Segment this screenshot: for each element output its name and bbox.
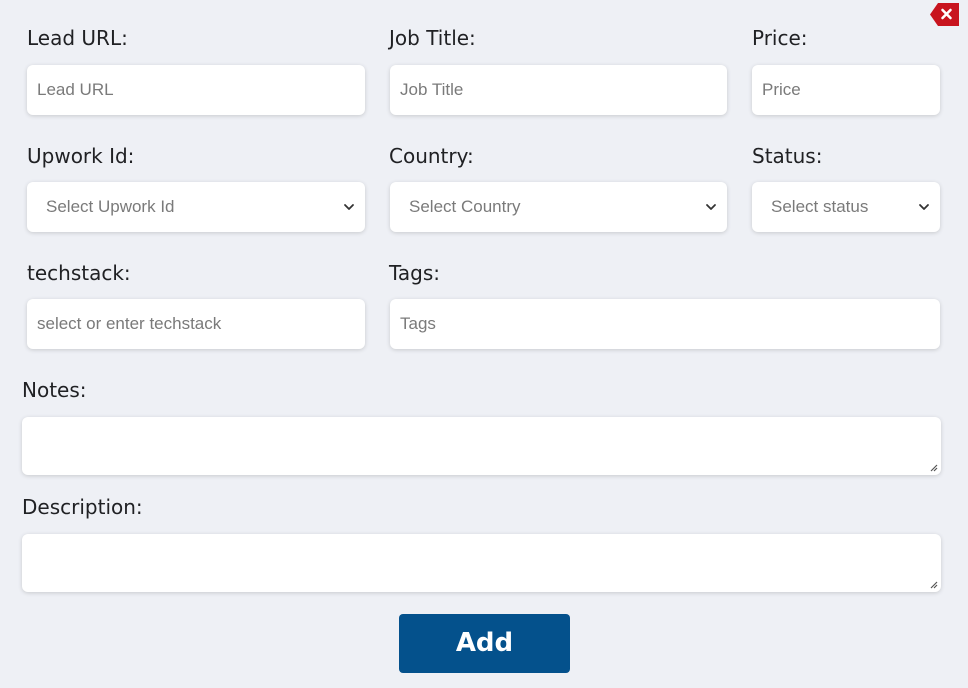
- job-title-label: Job Title:: [389, 26, 476, 50]
- upwork-id-label: Upwork Id:: [27, 144, 135, 168]
- tags-label: Tags:: [389, 261, 441, 285]
- description-label: Description:: [22, 495, 143, 519]
- techstack-label: techstack:: [27, 261, 131, 285]
- price-label: Price:: [752, 26, 808, 50]
- country-label: Country:: [389, 144, 474, 168]
- chevron-down-icon: [344, 204, 354, 210]
- chevron-down-icon: [706, 204, 716, 210]
- price-input[interactable]: [752, 65, 940, 115]
- lead-url-label: Lead URL:: [27, 26, 128, 50]
- close-icon: [930, 3, 959, 26]
- chevron-down-icon: [919, 204, 929, 210]
- close-button[interactable]: [930, 3, 959, 26]
- job-title-input[interactable]: [390, 65, 727, 115]
- upwork-id-selected: Select Upwork Id: [46, 197, 175, 216]
- add-button[interactable]: Add: [399, 614, 570, 673]
- status-label: Status:: [752, 144, 823, 168]
- notes-label: Notes:: [22, 378, 87, 402]
- tags-input[interactable]: [390, 299, 940, 349]
- description-textarea[interactable]: [22, 534, 941, 592]
- status-selected: Select status: [771, 197, 869, 216]
- upwork-id-select[interactable]: Select Upwork Id: [27, 182, 365, 232]
- notes-textarea[interactable]: [22, 417, 941, 475]
- techstack-input[interactable]: [27, 299, 365, 349]
- country-selected: Select Country: [409, 197, 521, 216]
- country-select[interactable]: Select Country: [390, 182, 727, 232]
- lead-url-input[interactable]: [27, 65, 365, 115]
- status-select[interactable]: Select status: [752, 182, 940, 232]
- resize-grip-icon[interactable]: [928, 462, 938, 472]
- resize-grip-icon[interactable]: [928, 579, 938, 589]
